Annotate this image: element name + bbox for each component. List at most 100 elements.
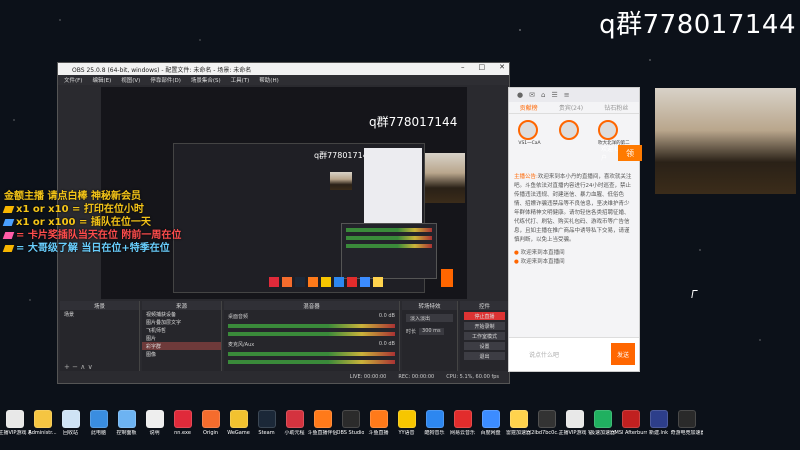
desktop-icon-label: 说明 <box>149 430 160 436</box>
scene-item[interactable]: 场景 <box>60 310 139 318</box>
mixer-dock: 混音器 桌面音频 0.0 dB 麦克风/Aux 0.0 dB <box>224 301 400 373</box>
down-icon[interactable]: ∨ <box>88 363 93 371</box>
chat-input[interactable]: 说点什么吧 <box>529 350 559 359</box>
desktop-icon[interactable]: 主播VIP游戏 钻石.txt <box>559 404 591 450</box>
menu-edit[interactable]: 编辑(E) <box>92 76 111 84</box>
desktop-icon[interactable]: 新建.lnk <box>646 404 671 450</box>
source-item[interactable]: 图片 <box>142 334 221 342</box>
desktop-icon[interactable]: 斗鱼直播伴侣 <box>308 404 338 450</box>
tab-diamond-fans[interactable]: 钻石粉丝 <box>604 103 628 112</box>
desktop-icon[interactable]: 酷狗音乐 <box>422 404 447 450</box>
app-icon <box>89 410 108 428</box>
settings-button[interactable]: 设置 <box>464 342 505 350</box>
rank-item[interactable]: 吹大北洋的第二 <box>598 120 630 146</box>
desktop-icon[interactable]: 奇游电竞加速器 <box>671 404 703 450</box>
app-icon <box>593 410 612 428</box>
desktop-icon-label: YY语音 <box>398 430 415 436</box>
chat-messages: 主播公告:欢迎来到本小丹的直播间，喜欢就关注吧。斗鱼依法对直播内容进行24小时巡… <box>509 169 639 271</box>
douyu-chat-panel[interactable]: ● ✉ ⌂ ☰ ≡ 贡献榜 贵宾(24) 钻石粉丝 VS1一CaA 吹大北洋的第二 欢迎… <box>508 87 640 372</box>
tab-vip[interactable]: 贵宾(24) <box>559 103 583 112</box>
volume-meter[interactable] <box>228 360 395 364</box>
desktop-icon[interactable]: MSI Afterburner <box>615 404 647 450</box>
gift-icon[interactable]: ✉ <box>529 91 535 99</box>
desktop-icon-label: OBS Studio <box>336 430 365 436</box>
close-icon[interactable]: ✕ <box>499 63 505 71</box>
menu-view[interactable]: 视图(V) <box>121 76 140 84</box>
source-item[interactable]: 彩字群 <box>142 342 221 350</box>
duration-label: 时长 <box>406 329 417 335</box>
desktop-icon[interactable]: 2lbd7bc0c... <box>531 404 562 450</box>
desktop-icon[interactable]: YY语音 <box>394 404 419 450</box>
desktop-icon[interactable]: 说明 <box>142 404 167 450</box>
desktop-icon[interactable]: 极速加速器 <box>590 404 615 450</box>
desktop-icon[interactable]: 雷霆加速器 <box>506 404 531 450</box>
chat-input-area[interactable]: 说点什么吧 发送 <box>509 337 639 371</box>
scenes-dock: 场景 场景 + − ∧ ∨ <box>60 301 140 373</box>
exit-button[interactable]: 退出 <box>464 352 505 360</box>
studio-mode-button[interactable]: 工作室模式 <box>464 332 505 340</box>
menu-help[interactable]: 帮助(H) <box>259 76 278 84</box>
start-recording-button[interactable]: 开始录制 <box>464 322 505 330</box>
chat-icon[interactable]: ☰ <box>551 91 557 99</box>
volume-meter[interactable] <box>228 352 395 356</box>
desktop-icon-label: 斗鱼直播 <box>368 430 389 436</box>
app-icon <box>565 410 584 428</box>
desktop-icon[interactable]: 此电脑 <box>86 404 111 450</box>
desktop-icon-label: 小助元程 <box>284 430 305 436</box>
stop-streaming-button[interactable]: 停止直播 <box>464 312 505 320</box>
source-item[interactable]: 视频捕获设备 <box>142 310 221 318</box>
volume-meter[interactable] <box>228 324 395 328</box>
up-icon[interactable]: ∧ <box>80 363 85 371</box>
minimize-icon[interactable]: – <box>461 63 465 71</box>
menu-file[interactable]: 文件(F) <box>64 76 82 84</box>
rank-item[interactable]: VS1一CaA <box>518 120 541 146</box>
app-icon <box>425 410 444 428</box>
desktop-icon[interactable]: 主播VIP游戏 极速.txt <box>0 404 31 450</box>
desktop-icon-label: 极速加速器 <box>590 430 616 436</box>
desktop-icon[interactable]: Steam <box>254 404 279 450</box>
avatar <box>518 120 539 140</box>
desktop-icon[interactable]: nn.exe <box>170 404 195 450</box>
app-icon <box>649 410 668 428</box>
duration-input[interactable]: 300 ms <box>419 328 444 335</box>
chat-message: 主播公告:欢迎来到本小丹的直播间，喜欢就关注吧。斗鱼依法对直播内容进行24小时巡… <box>514 174 632 243</box>
obs-title-bar: OBS 25.0.8 (64-bit, windows) - 配置文件: 未命名… <box>58 63 509 75</box>
desktop-icon[interactable]: WeGame <box>226 404 251 450</box>
desktop-icon[interactable]: 斗鱼直播 <box>366 404 391 450</box>
app-icon <box>509 410 528 428</box>
desktop-icon[interactable]: 小助元程 <box>282 404 307 450</box>
menu-icon[interactable]: ≡ <box>564 91 570 99</box>
app-icon <box>677 410 696 428</box>
tab-contribution[interactable]: 贡献榜 <box>520 103 538 112</box>
douyu-toolbar: ● ✉ ⌂ ☰ ≡ <box>509 88 639 102</box>
avatar-icon[interactable]: ● <box>517 91 523 99</box>
desktop-icon[interactable]: 百度网盘 <box>478 404 503 450</box>
desktop-icon[interactable]: 回收站 <box>58 404 83 450</box>
side-badge[interactable]: 领 <box>618 145 642 161</box>
webcam-feed <box>655 88 796 194</box>
transition-select[interactable]: 淡入淡出 <box>406 314 453 322</box>
maximize-icon[interactable]: □ <box>479 63 486 71</box>
channel-db: 0.0 dB <box>378 341 395 347</box>
transitions-dock: 转场特效 淡入淡出 时长 300 ms <box>402 301 458 373</box>
desktop-icon[interactable]: Origin <box>198 404 223 450</box>
desktop-icon[interactable]: Administr... <box>28 404 57 450</box>
desktop-icon[interactable]: 控制面板 <box>114 404 139 450</box>
source-item[interactable]: 飞机师哲 <box>142 326 221 334</box>
app-icon <box>61 410 80 428</box>
rank-item[interactable] <box>559 120 580 140</box>
source-item[interactable]: 图片叠加层文字 <box>142 318 221 326</box>
menu-docks[interactable]: 停靠部件(D) <box>150 76 181 84</box>
chat-message: ● 欢迎来到本直播间 <box>514 250 565 256</box>
shop-icon[interactable]: ⌂ <box>541 91 545 99</box>
remove-icon[interactable]: − <box>72 363 78 371</box>
source-item[interactable]: 图像 <box>142 350 221 358</box>
desktop-icon[interactable]: OBS Studio <box>336 404 365 450</box>
send-button[interactable]: 发送 <box>611 343 635 365</box>
menu-scene-collection[interactable]: 场景集合(S) <box>191 76 221 84</box>
channel-db: 0.0 dB <box>378 313 395 319</box>
add-icon[interactable]: + <box>64 363 70 371</box>
menu-tools[interactable]: 工具(T) <box>231 76 250 84</box>
desktop-icon[interactable]: 网易云音乐 <box>450 404 475 450</box>
obs-title-text: OBS 25.0.8 (64-bit, windows) - 配置文件: 未命名… <box>72 66 252 74</box>
